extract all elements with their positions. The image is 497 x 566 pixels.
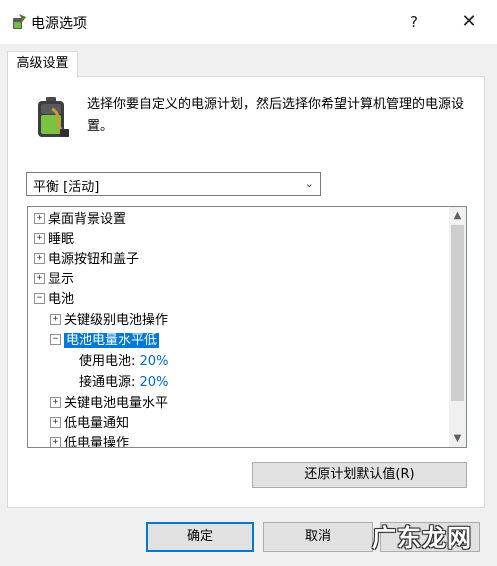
tree-item-label: 低电量通知 bbox=[64, 416, 130, 431]
tree-item-label: 睡眠 bbox=[48, 232, 75, 247]
expand-icon[interactable]: + bbox=[34, 273, 45, 284]
tree-item-label: 低电量操作 bbox=[64, 436, 130, 448]
expand-icon[interactable]: + bbox=[34, 233, 45, 244]
tree-item[interactable]: + 关键电池电量水平 bbox=[50, 394, 168, 414]
collapse-icon[interactable]: − bbox=[34, 293, 45, 304]
power-options-icon bbox=[13, 14, 26, 29]
battery-plug-icon bbox=[38, 97, 69, 137]
close-button[interactable]: ✕ bbox=[456, 10, 482, 34]
tree-item-label: 电池 bbox=[48, 292, 75, 307]
power-plan-value: 平衡 [活动] bbox=[33, 180, 100, 195]
tab-advanced-settings[interactable]: 高级设置 bbox=[7, 51, 78, 78]
setting-value[interactable]: 20% bbox=[140, 375, 169, 390]
scroll-down-icon[interactable]: ▼ bbox=[449, 430, 466, 447]
expand-icon[interactable]: + bbox=[34, 253, 45, 264]
tree-item-selected[interactable]: − 电池电量水平低 bbox=[50, 331, 160, 351]
tree-item-label: 显示 bbox=[48, 272, 75, 287]
help-button[interactable]: ? bbox=[402, 10, 426, 34]
description-text: 选择你要自定义的电源计划，然后选择你希望计算机管理的电源设置。 bbox=[87, 97, 465, 134]
expand-icon[interactable]: + bbox=[34, 213, 45, 224]
tree-item-label: 桌面背景设置 bbox=[48, 212, 127, 227]
expand-icon[interactable]: + bbox=[50, 417, 61, 428]
tree-item[interactable]: + 显示 bbox=[34, 270, 74, 290]
setting-on-battery[interactable]: 使用电池: 20% bbox=[79, 352, 168, 372]
ok-button[interactable]: 确定 bbox=[146, 522, 254, 552]
expand-icon[interactable]: + bbox=[50, 314, 61, 325]
setting-value[interactable]: 20% bbox=[140, 354, 169, 369]
title-bar: 电源选项 ? ✕ bbox=[0, 0, 497, 44]
tree-item-label: 关键级别电池操作 bbox=[64, 313, 169, 328]
scroll-thumb[interactable] bbox=[451, 225, 464, 401]
tree-item[interactable]: + 桌面背景设置 bbox=[34, 210, 126, 230]
power-plan-select[interactable]: 平衡 [活动] ⌄ bbox=[26, 172, 321, 196]
tree-item[interactable]: + 低电量通知 bbox=[50, 414, 129, 434]
expand-icon[interactable]: + bbox=[50, 437, 61, 447]
scroll-up-icon[interactable]: ▲ bbox=[449, 207, 466, 224]
expand-icon[interactable]: + bbox=[50, 397, 61, 408]
tree-item[interactable]: − 电池 bbox=[34, 290, 74, 310]
tree-item[interactable]: + 睡眠 bbox=[34, 230, 74, 250]
collapse-icon[interactable]: − bbox=[50, 334, 61, 345]
window-title: 电源选项 bbox=[31, 16, 87, 32]
setting-label: 接通电源: bbox=[79, 375, 136, 390]
setting-plugged-in[interactable]: 接通电源: 20% bbox=[79, 373, 168, 393]
tree-item-label: 关键电池电量水平 bbox=[64, 396, 169, 411]
tree-item-label: 电池电量水平低 bbox=[64, 333, 160, 348]
tree-item[interactable]: + 电源按钮和盖子 bbox=[34, 250, 139, 270]
tree-item-label: 电源按钮和盖子 bbox=[48, 252, 140, 267]
restore-defaults-button[interactable]: 还原计划默认值(R) bbox=[252, 462, 467, 488]
setting-label: 使用电池: bbox=[79, 354, 136, 369]
vertical-scrollbar[interactable]: ▲ ▼ bbox=[449, 207, 466, 447]
tree-item[interactable]: + 关键级别电池操作 bbox=[50, 311, 168, 331]
chevron-down-icon: ⌄ bbox=[304, 177, 314, 190]
settings-tree[interactable]: + 桌面背景设置 + 睡眠 + 电源按钮和盖子 + 显示 − 电池 + 关键级别电池操作 −… bbox=[27, 206, 467, 448]
watermark: 广东龙网 bbox=[372, 524, 472, 552]
tree-item[interactable]: + 低电量操作 bbox=[50, 434, 130, 448]
